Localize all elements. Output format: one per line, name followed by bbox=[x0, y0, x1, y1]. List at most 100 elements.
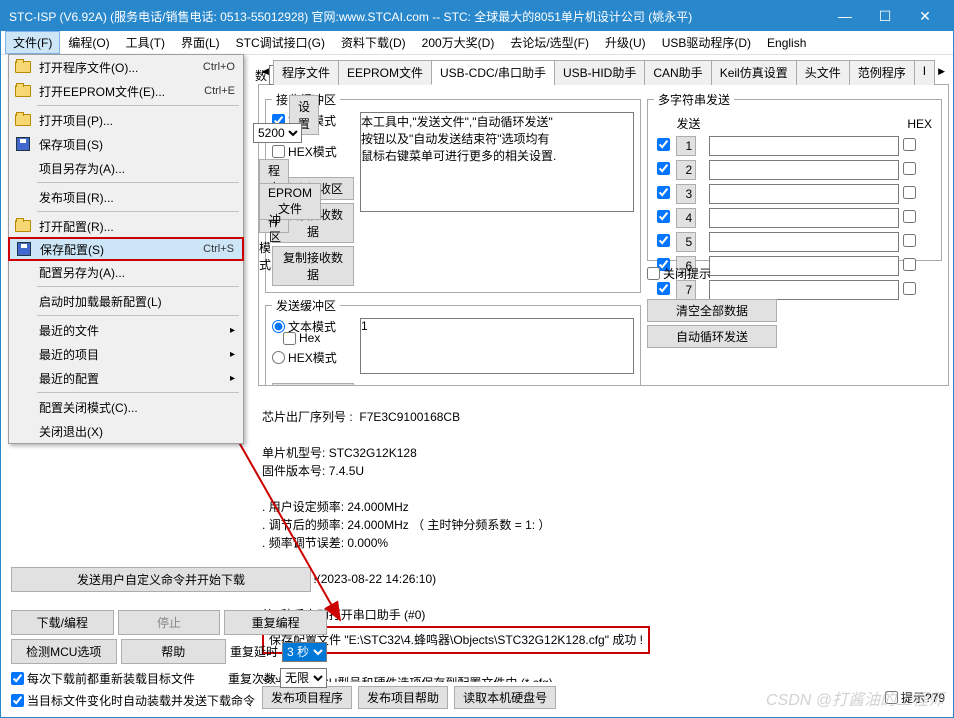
menu-item[interactable]: 保存项目(S) bbox=[9, 132, 243, 156]
menu-item[interactable]: 保存配置(S)Ctrl+S bbox=[8, 237, 244, 261]
maximize-button[interactable]: ☐ bbox=[865, 1, 905, 31]
menubar: 文件(F) 编程(O) 工具(T) 界面(L) STC调试接口(G) 资料下载(… bbox=[1, 31, 953, 55]
tab-eepromfile[interactable]: EEPROM文件 bbox=[338, 60, 432, 85]
baud-select[interactable]: 5200 bbox=[253, 123, 302, 143]
tab-header[interactable]: 头文件 bbox=[796, 60, 850, 85]
menu-forum[interactable]: 去论坛/选型(F) bbox=[502, 31, 597, 54]
multi-send-4[interactable]: 4 bbox=[676, 208, 696, 228]
menu-english[interactable]: English bbox=[759, 33, 814, 53]
menu-item[interactable]: 启动时加载最新配置(L) bbox=[9, 289, 243, 313]
menu-item[interactable]: 最近的配置▸ bbox=[9, 366, 243, 390]
publish-help-button[interactable]: 发布项目帮助 bbox=[358, 686, 448, 709]
multi-hex-2[interactable] bbox=[903, 162, 916, 175]
delay-select[interactable]: 3 秒 bbox=[282, 642, 327, 662]
menu-item[interactable]: 配置另存为(A)... bbox=[9, 260, 243, 284]
multi-group: 多字符串发送 发送HEX 1 2 3 4 5 6 7 bbox=[647, 91, 942, 261]
frag-label: 数 bbox=[255, 67, 267, 84]
multi-chk-4[interactable] bbox=[657, 210, 670, 223]
autoload-check[interactable]: 当目标文件变化时自动装载并发送下载命令 bbox=[11, 692, 255, 709]
close-button[interactable]: ✕ bbox=[905, 1, 945, 31]
tab-serial[interactable]: USB-CDC/串口助手 bbox=[431, 60, 555, 85]
multi-hex-1[interactable] bbox=[903, 138, 916, 151]
multi-send-3[interactable]: 3 bbox=[676, 184, 696, 204]
reprog-button[interactable]: 重复编程 bbox=[224, 610, 327, 635]
menu-item[interactable]: 打开配置(R)... bbox=[9, 214, 243, 238]
menu-item[interactable]: 打开项目(P)... bbox=[9, 108, 243, 132]
tab-example[interactable]: 范例程序 bbox=[849, 60, 915, 85]
multi-send-1[interactable]: 1 bbox=[676, 136, 696, 156]
count-select[interactable]: 无限 bbox=[280, 668, 327, 688]
menu-debug[interactable]: STC调试接口(G) bbox=[228, 31, 333, 54]
multi-hex-7[interactable] bbox=[903, 282, 916, 295]
custom-cmd-button[interactable]: 发送用户自定义命令并开始下载 bbox=[11, 567, 311, 592]
recv-hex-mode[interactable]: HEX模式 bbox=[272, 143, 354, 160]
menu-upgrade[interactable]: 升级(U) bbox=[597, 31, 654, 54]
multi-chk-1[interactable] bbox=[657, 138, 670, 151]
multi-input-6[interactable] bbox=[709, 256, 899, 276]
count-label: 重复次数 bbox=[228, 670, 276, 687]
menu-item[interactable]: 发布项目(R)... bbox=[9, 185, 243, 209]
tab-scroll-right[interactable]: ▶ bbox=[934, 63, 949, 80]
send-group: 发送缓冲区 文本模式 HEX模式 清空发送区 1 发送文件 bbox=[265, 297, 641, 386]
menu-file[interactable]: 文件(F) bbox=[5, 31, 60, 54]
multi-chk-5[interactable] bbox=[657, 234, 670, 247]
log-area: 芯片出厂序列号 : F7E3C9100168CB 单片机型号: STC32G12… bbox=[258, 386, 949, 682]
tabrow: ◀ 程序文件 EEPROM文件 USB-CDC/串口助手 USB-HID助手 C… bbox=[258, 59, 949, 85]
multi-send-5[interactable]: 5 bbox=[676, 232, 696, 252]
menu-program[interactable]: 编程(O) bbox=[60, 31, 117, 54]
tab-hid[interactable]: USB-HID助手 bbox=[554, 60, 645, 85]
multi-input-3[interactable] bbox=[709, 184, 899, 204]
multi-chk-7[interactable] bbox=[657, 282, 670, 295]
hex-check[interactable]: Hex bbox=[283, 331, 320, 345]
delay-label: 重复延时 bbox=[230, 643, 278, 660]
left-bottom: 发送用户自定义命令并开始下载 下载/编程 停止 重复编程 检测MCU选项 帮助 … bbox=[11, 567, 327, 713]
multi-input-7[interactable] bbox=[709, 280, 899, 300]
multi-send-2[interactable]: 2 bbox=[676, 160, 696, 180]
copy-recv-button[interactable]: 复制接收数据 bbox=[272, 246, 354, 286]
multi-send-7[interactable]: 7 bbox=[676, 280, 696, 300]
menu-prize[interactable]: 200万大奖(D) bbox=[414, 31, 503, 54]
tab-programfile[interactable]: 程序文件 bbox=[273, 60, 339, 85]
menu-item[interactable]: 项目另存为(A)... bbox=[9, 156, 243, 180]
minimize-button[interactable]: — bbox=[825, 1, 865, 31]
titlebar: STC-ISP (V6.92A) (服务电话/销售电话: 0513-550129… bbox=[1, 1, 953, 31]
multi-title: 多字符串发送 bbox=[654, 91, 734, 108]
multi-chk-2[interactable] bbox=[657, 162, 670, 175]
help-button[interactable]: 帮助 bbox=[121, 639, 227, 664]
clear-all-button[interactable]: 清空全部数据 bbox=[647, 299, 777, 322]
multi-chk-3[interactable] bbox=[657, 186, 670, 199]
right-pane: ◀ 程序文件 EEPROM文件 USB-CDC/串口助手 USB-HID助手 C… bbox=[254, 55, 953, 717]
read-disk-button[interactable]: 读取本机硬盘号 bbox=[454, 686, 556, 709]
tab-keil[interactable]: Keil仿真设置 bbox=[711, 60, 797, 85]
reload-check[interactable]: 每次下载前都重新装载目标文件 bbox=[11, 670, 195, 687]
menu-tools[interactable]: 工具(T) bbox=[118, 31, 173, 54]
detect-button[interactable]: 检测MCU选项 bbox=[11, 639, 117, 664]
tab-more[interactable]: I bbox=[914, 60, 935, 85]
multi-hex-6[interactable] bbox=[903, 258, 916, 271]
send-textarea[interactable]: 1 bbox=[360, 318, 634, 374]
menu-item[interactable]: 关闭退出(X) bbox=[9, 419, 243, 443]
multi-input-5[interactable] bbox=[709, 232, 899, 252]
multi-input-2[interactable] bbox=[709, 160, 899, 180]
menu-item[interactable]: 最近的文件▸ bbox=[9, 318, 243, 342]
menu-item[interactable]: 最近的项目▸ bbox=[9, 342, 243, 366]
recv-textarea[interactable]: 本工具中,"发送文件","自动循环发送" 按钮以及"自动发送结束符"选项均有 鼠… bbox=[360, 112, 634, 212]
menu-item[interactable]: 打开程序文件(O)...Ctrl+O bbox=[9, 55, 243, 79]
send-hex-mode[interactable]: HEX模式 bbox=[272, 349, 354, 366]
multi-send-hdr: 发送 bbox=[675, 114, 705, 133]
menu-ui[interactable]: 界面(L) bbox=[173, 31, 228, 54]
download-button[interactable]: 下载/编程 bbox=[11, 610, 114, 635]
multi-input-4[interactable] bbox=[709, 208, 899, 228]
multi-hex-5[interactable] bbox=[903, 234, 916, 247]
menu-item[interactable]: 配置关闭模式(C)... bbox=[9, 395, 243, 419]
multi-hex-4[interactable] bbox=[903, 210, 916, 223]
auto-loop-button[interactable]: 自动循环发送 bbox=[647, 325, 777, 348]
multi-hex-3[interactable] bbox=[903, 186, 916, 199]
multi-hex-hdr: HEX bbox=[902, 114, 933, 133]
menu-download[interactable]: 资料下载(D) bbox=[333, 31, 414, 54]
tab-can[interactable]: CAN助手 bbox=[644, 60, 711, 85]
hint-check[interactable]: 提示?79 bbox=[885, 689, 945, 706]
menu-usb[interactable]: USB驱动程序(D) bbox=[654, 31, 759, 54]
menu-item[interactable]: 打开EEPROM文件(E)...Ctrl+E bbox=[9, 79, 243, 103]
multi-input-1[interactable] bbox=[709, 136, 899, 156]
